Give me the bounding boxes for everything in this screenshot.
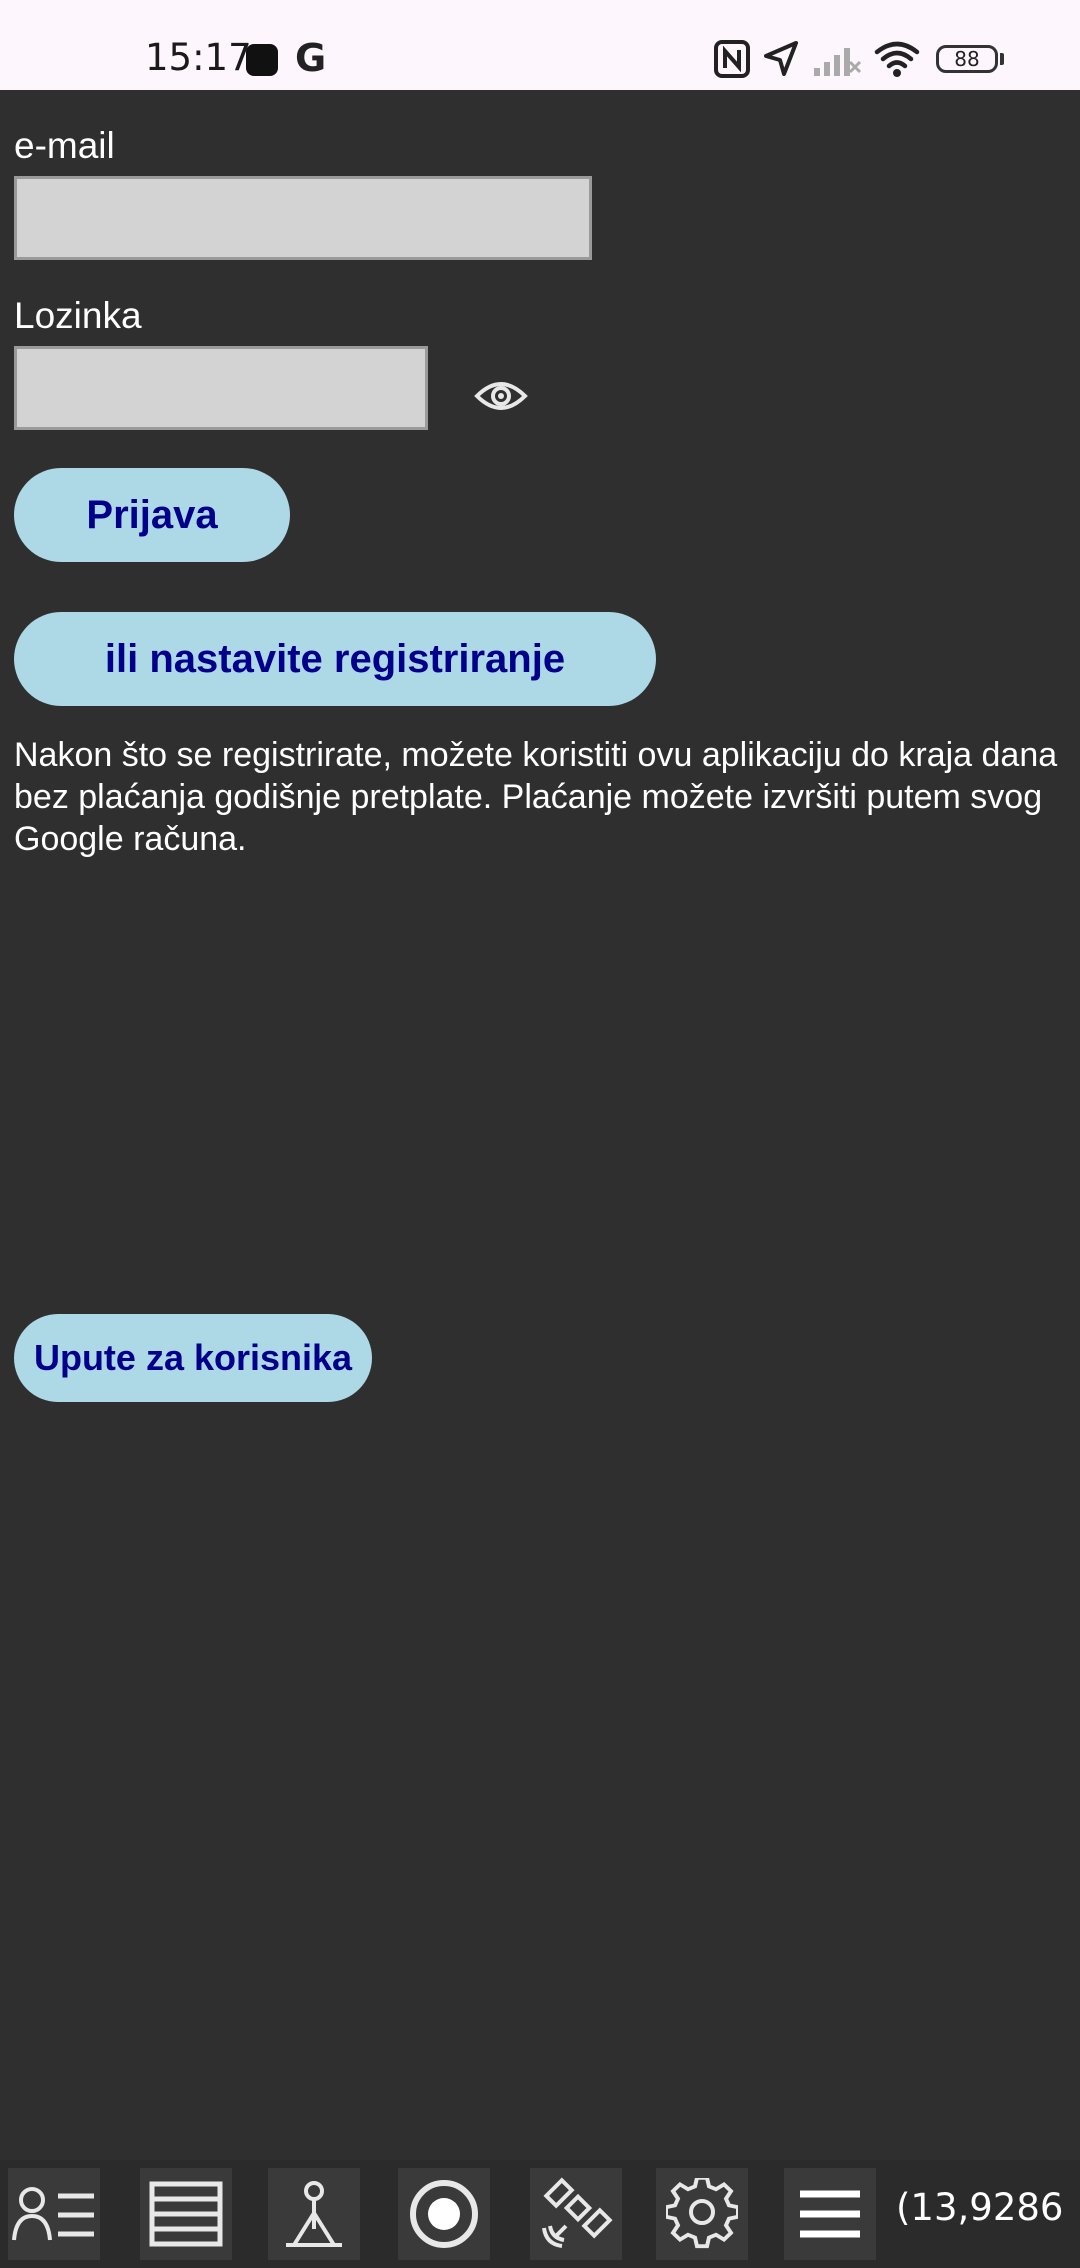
user-manual-button[interactable]: Upute za korisnika (14, 1314, 372, 1402)
email-field[interactable] (14, 176, 592, 260)
password-label: Lozinka (14, 295, 142, 336)
record-button[interactable] (398, 2168, 490, 2260)
register-button[interactable]: ili nastavite registriranje (14, 612, 656, 706)
satellite-button[interactable] (530, 2168, 622, 2260)
show-password-eye-icon[interactable] (474, 376, 528, 416)
subscription-info-text: Nakon što se registrirate, možete korist… (14, 736, 1058, 858)
battery-icon: 88 (936, 45, 998, 73)
wifi-icon (874, 41, 920, 77)
signal-off-icon (814, 48, 862, 76)
record-icon (410, 2180, 478, 2248)
gear-icon (666, 2178, 738, 2249)
google-notification-icon: G (295, 36, 327, 80)
status-bar: 15:17 G 88 (0, 0, 1080, 90)
coordinate-readout: (13,9286 (896, 2186, 1064, 2229)
menu-icon (800, 2190, 860, 2238)
status-time: 15:17 (145, 36, 252, 79)
menu-button[interactable] (784, 2168, 876, 2260)
battery-tip (1000, 53, 1004, 65)
nfc-icon (714, 40, 750, 78)
surveyor-icon (286, 2181, 342, 2247)
login-button[interactable]: Prijava (14, 468, 290, 562)
user-list-icon (12, 2187, 94, 2241)
satellite-icon (542, 2177, 613, 2248)
settings-button[interactable] (656, 2168, 748, 2260)
password-field[interactable] (14, 346, 428, 430)
surveyor-button[interactable] (268, 2168, 360, 2260)
location-arrow-icon (764, 41, 798, 76)
layers-button[interactable] (140, 2168, 232, 2260)
email-label: e-mail (14, 125, 115, 166)
layers-icon (149, 2181, 223, 2247)
notification-square-icon (246, 44, 278, 76)
user-list-button[interactable] (8, 2168, 100, 2260)
